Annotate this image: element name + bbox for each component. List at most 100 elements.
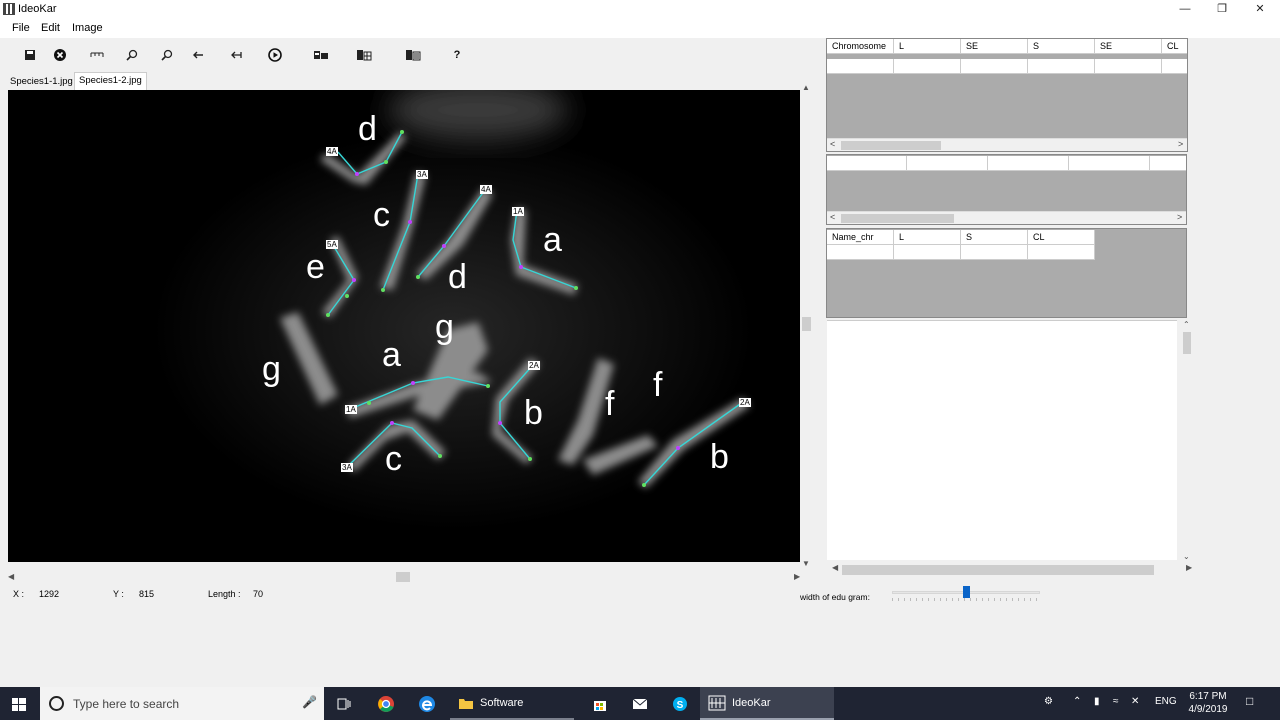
scroll-right-icon[interactable]: ▶	[794, 572, 800, 581]
taskbar-clock[interactable]: 6:17 PM 4/9/2019	[1182, 690, 1234, 716]
y-label: Y :	[113, 589, 124, 599]
minimize-button[interactable]: —	[1166, 0, 1204, 19]
zoom-in-button[interactable]	[121, 44, 143, 66]
table-cell[interactable]	[1095, 59, 1162, 74]
scroll-down-icon[interactable]: ⌄	[1183, 552, 1190, 561]
table-cell[interactable]	[1162, 59, 1187, 74]
taskbar-app-ideokar[interactable]: IdeoKar	[700, 687, 834, 720]
table-cell[interactable]	[894, 245, 961, 260]
back-button[interactable]	[225, 44, 247, 66]
length-value: 70	[253, 589, 264, 599]
export-button[interactable]	[402, 44, 424, 66]
network-icon[interactable]: ≈	[1113, 696, 1119, 707]
tab-species1-2[interactable]: Species1-2.jpg	[74, 72, 147, 90]
skype-button[interactable]: S	[666, 687, 694, 720]
table-button[interactable]	[353, 44, 375, 66]
ideogram-vertical-scrollbar[interactable]: ⌃ ⌄	[1181, 320, 1193, 564]
table-cell[interactable]	[988, 156, 1069, 171]
canvas-horizontal-scrollbar[interactable]: ◀ ▶	[8, 571, 804, 583]
col-header-name-chr[interactable]: Name_chr	[827, 230, 894, 245]
chrome-button[interactable]	[372, 687, 400, 720]
measure-button[interactable]	[86, 44, 108, 66]
taskbar-search-box[interactable]: Type here to search 🎤	[40, 687, 324, 720]
close-image-button[interactable]	[49, 44, 71, 66]
table-cell[interactable]	[1150, 156, 1186, 171]
scroll-left-icon[interactable]: ◀	[8, 572, 14, 581]
language-indicator[interactable]: ENG	[1155, 696, 1177, 707]
col-header-l[interactable]: L	[894, 39, 961, 54]
menu-file[interactable]: File	[12, 22, 30, 34]
ideogram-panel[interactable]	[827, 320, 1177, 560]
col-header-s[interactable]: S	[961, 230, 1028, 245]
undo-button[interactable]	[187, 44, 209, 66]
scroll-left-icon[interactable]: <	[830, 139, 835, 149]
karyotype-button[interactable]	[310, 44, 332, 66]
table-cell[interactable]	[1069, 156, 1150, 171]
tab-species1-1[interactable]: Species1-1.jpg	[6, 74, 77, 90]
ideogram-width-slider[interactable]	[892, 585, 1040, 603]
task-view-button[interactable]	[330, 687, 358, 720]
scroll-up-icon[interactable]: ⌃	[1183, 320, 1190, 329]
mail-icon	[632, 698, 648, 709]
scroll-thumb[interactable]	[396, 572, 410, 582]
scroll-up-icon[interactable]: ▲	[802, 83, 810, 92]
save-button[interactable]	[19, 44, 41, 66]
menu-image[interactable]: Image	[72, 22, 103, 34]
table-cell[interactable]	[961, 245, 1028, 260]
restore-button[interactable]: ❐	[1203, 0, 1241, 19]
start-button[interactable]	[8, 693, 32, 715]
ideogram-horizontal-scrollbar[interactable]: ◀ ▶	[830, 563, 1194, 575]
col-header-se-2[interactable]: SE	[1095, 39, 1162, 54]
svg-text:S: S	[677, 700, 684, 711]
secondary-data-table[interactable]: < >	[826, 154, 1187, 225]
scroll-down-icon[interactable]: ▼	[802, 559, 810, 568]
people-icon[interactable]: ⚙	[1044, 696, 1053, 707]
battery-icon[interactable]: ▮	[1094, 696, 1100, 707]
table-cell[interactable]	[961, 59, 1028, 74]
scroll-thumb[interactable]	[802, 317, 811, 331]
chevron-up-icon[interactable]: ⌃	[1073, 696, 1081, 707]
scroll-thumb[interactable]	[841, 141, 941, 150]
table-cell[interactable]	[1028, 59, 1095, 74]
table-cell[interactable]	[827, 245, 894, 260]
scroll-thumb[interactable]	[842, 565, 1154, 575]
menu-edit[interactable]: Edit	[41, 22, 60, 34]
table-cell[interactable]	[907, 156, 988, 171]
table-cell[interactable]	[894, 59, 961, 74]
chromosome-data-table[interactable]: Chromosome L SE S SE CL < >	[826, 38, 1188, 152]
microphone-icon[interactable]: 🎤	[302, 695, 317, 709]
slider-thumb[interactable]	[963, 586, 970, 598]
taskbar-app-software[interactable]: Software	[450, 687, 574, 720]
zoom-out-button[interactable]	[156, 44, 178, 66]
canvas-vertical-scrollbar[interactable]: ▲ ▼	[801, 83, 811, 570]
help-button[interactable]: ?	[446, 44, 468, 66]
table-horizontal-scrollbar[interactable]: < >	[827, 138, 1187, 151]
scroll-right-icon[interactable]: >	[1178, 139, 1183, 149]
scroll-thumb[interactable]	[841, 214, 954, 223]
col-header-se[interactable]: SE	[961, 39, 1028, 54]
table-cell[interactable]	[1028, 245, 1095, 260]
chromosome-image-canvas[interactable]: dcdaeggabffcb 4A 3A 4A 1A 5A 2A 1A 3A 2A	[8, 90, 800, 562]
scroll-left-icon[interactable]: <	[830, 212, 835, 222]
scroll-right-icon[interactable]: >	[1177, 212, 1182, 222]
col-header-s[interactable]: S	[1028, 39, 1095, 54]
col-header-cl[interactable]: CL	[1028, 230, 1095, 245]
table-horizontal-scrollbar[interactable]: < >	[827, 211, 1186, 224]
store-button[interactable]	[586, 687, 614, 720]
title-bar: IdeoKar — ❐ ✕	[0, 0, 1280, 19]
col-header-cl[interactable]: CL	[1162, 39, 1187, 54]
edge-button[interactable]	[413, 687, 441, 720]
scroll-thumb[interactable]	[1183, 332, 1191, 354]
mail-button[interactable]	[626, 687, 654, 720]
close-button[interactable]: ✕	[1241, 0, 1279, 19]
chromosome-summary-table[interactable]: Name_chr L S CL	[826, 228, 1187, 318]
scroll-right-icon[interactable]: ▶	[1186, 563, 1192, 572]
scroll-left-icon[interactable]: ◀	[832, 563, 838, 572]
col-header-l[interactable]: L	[894, 230, 961, 245]
play-button[interactable]	[264, 44, 286, 66]
notifications-icon[interactable]: □	[1246, 694, 1253, 708]
table-cell[interactable]	[827, 59, 894, 74]
table-cell[interactable]	[827, 156, 907, 171]
volume-muted-icon[interactable]: ✕	[1131, 696, 1139, 707]
col-header-chromosome[interactable]: Chromosome	[827, 39, 894, 54]
